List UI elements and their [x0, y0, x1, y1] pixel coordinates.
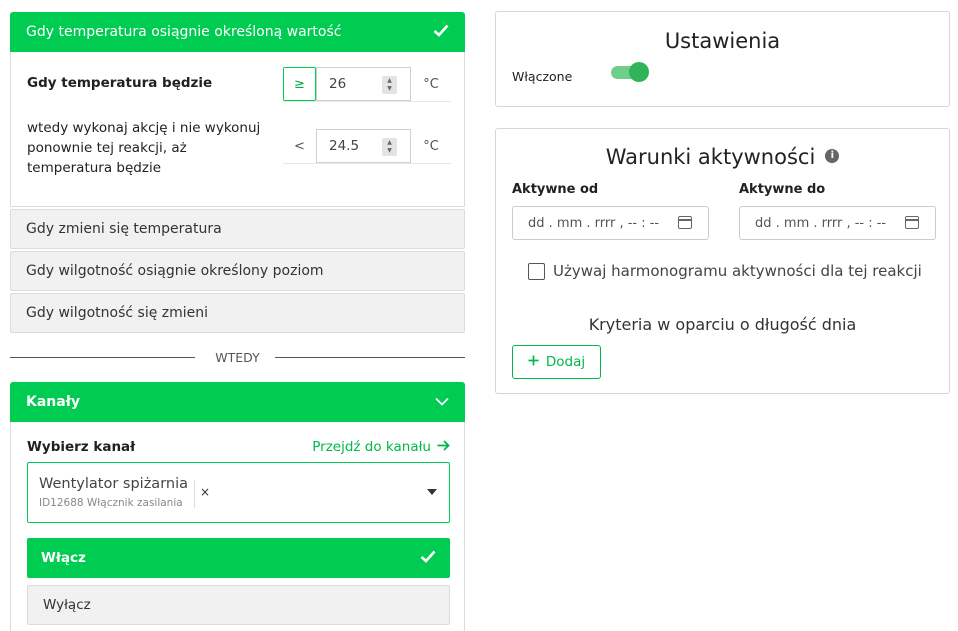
settings-title: Ustawienia — [664, 29, 781, 53]
condition-label-1: Gdy temperatura będzie — [27, 75, 213, 91]
then-divider-label: WTEDY — [215, 350, 260, 365]
info-icon[interactable]: i — [825, 149, 840, 163]
active-from-input[interactable]: dd . mm . rrrr , -- : -- — [512, 206, 709, 240]
calendar-icon[interactable] — [678, 216, 692, 229]
calendar-icon[interactable] — [905, 216, 919, 229]
action-turn-off-button[interactable]: Wyłącz — [27, 585, 450, 625]
threshold-value: 26 — [329, 76, 347, 92]
add-criteria-button[interactable]: Dodaj — [512, 345, 601, 379]
schedule-checkbox[interactable] — [528, 262, 545, 280]
enabled-toggle[interactable] — [611, 62, 649, 82]
active-to-label: Aktywne do — [739, 182, 826, 197]
spinner-icon[interactable]: ▲ ▼ — [382, 138, 397, 156]
reset-input[interactable]: 24.5 ▲ ▼ — [316, 129, 411, 163]
channel-select[interactable]: Wentylator spiżarnia ID12688 Włącznik za… — [27, 462, 450, 523]
reset-input-group: < 24.5 ▲ ▼ °C — [283, 129, 451, 164]
enabled-label: Włączone — [512, 69, 573, 84]
spinner-icon[interactable]: ▲ ▼ — [382, 76, 397, 94]
active-to-input[interactable]: dd . mm . rrrr , -- : -- — [739, 206, 936, 240]
condition-row-2: wtedy wykonaj akcję i nie wykonuj ponown… — [27, 118, 267, 178]
channels-panel-header[interactable]: Kanały — [10, 382, 465, 422]
choose-channel-label: Wybierz kanał — [27, 439, 136, 455]
left-column: Gdy temperatura osiągnie określoną warto… — [10, 12, 465, 631]
action-turn-on-button[interactable]: Włącz — [27, 538, 450, 578]
channels-panel-body: Wybierz kanał Przejdź do kanału Wentylat… — [10, 422, 465, 631]
channels-title: Kanały — [26, 394, 81, 410]
arrow-right-icon — [437, 439, 450, 455]
activity-title-row: Warunki aktywności i — [496, 145, 949, 169]
trigger-panel-body: Gdy temperatura będzie ≥ 26 ▲ ▼ °C wtedy … — [10, 52, 465, 207]
reset-value: 24.5 — [329, 138, 360, 154]
settings-card: Ustawienia Włączone — [495, 11, 950, 107]
trigger-option-humidity-level[interactable]: Gdy wilgotność osiągnie określony poziom — [10, 251, 465, 291]
then-divider: WTEDY — [10, 350, 465, 366]
schedule-checkbox-row[interactable]: Używaj harmonogramu aktywności dla tej r… — [528, 262, 922, 280]
active-from-placeholder: dd . mm . rrrr , -- : -- — [528, 215, 660, 231]
activity-title: Warunki aktywności — [605, 145, 816, 169]
daylight-criteria-title: Kryteria w oparciu o długość dnia — [588, 315, 857, 334]
add-criteria-label: Dodaj — [545, 354, 586, 370]
active-to-placeholder: dd . mm . rrrr , -- : -- — [755, 215, 887, 231]
reset-operator[interactable]: < — [283, 129, 316, 163]
selected-channel-name: Wentylator spiżarnia — [39, 476, 189, 492]
action-turn-on-label: Włącz — [41, 550, 86, 566]
action-turn-off-label: Wyłącz — [43, 597, 91, 613]
trigger-option-temp-change[interactable]: Gdy zmieni się temperatura — [10, 209, 465, 249]
check-icon — [433, 24, 449, 41]
check-icon — [420, 550, 436, 567]
go-to-channel-link[interactable]: Przejdź do kanału — [312, 439, 450, 455]
plus-icon — [528, 354, 539, 370]
trigger-panel-title: Gdy temperatura osiągnie określoną warto… — [26, 24, 342, 40]
threshold-input[interactable]: 26 ▲ ▼ — [316, 67, 411, 101]
reset-unit: °C — [423, 138, 439, 154]
select-separator — [194, 480, 195, 508]
condition-label-2: wtedy wykonaj akcję i nie wykonuj ponown… — [27, 120, 261, 176]
clear-selection-icon[interactable]: × — [200, 485, 210, 499]
trigger-panel-header[interactable]: Gdy temperatura osiągnie określoną warto… — [10, 12, 465, 52]
chevron-down-icon — [435, 394, 449, 410]
go-to-channel-label: Przejdź do kanału — [312, 439, 431, 455]
operator-button[interactable]: ≥ — [283, 67, 316, 101]
caret-down-icon[interactable] — [427, 489, 437, 495]
schedule-checkbox-label: Używaj harmonogramu aktywności dla tej r… — [553, 262, 922, 280]
threshold-input-group: ≥ 26 ▲ ▼ °C — [283, 67, 451, 102]
activity-card: Warunki aktywności i Aktywne od Aktywne d… — [495, 128, 950, 394]
active-from-label: Aktywne od — [512, 182, 599, 197]
trigger-option-humidity-change[interactable]: Gdy wilgotność się zmieni — [10, 293, 465, 333]
selected-channel-sub: ID12688 Włącznik zasilania — [39, 497, 183, 509]
threshold-unit: °C — [423, 76, 439, 92]
